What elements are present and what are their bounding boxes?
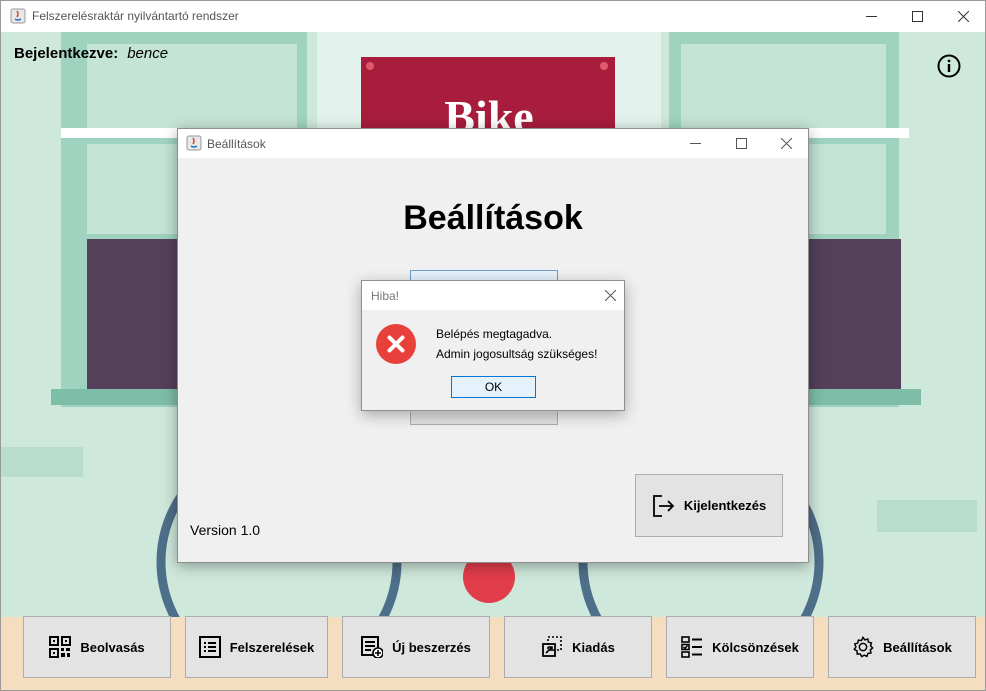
minimize-icon (865, 16, 877, 17)
minimize-icon (689, 143, 701, 144)
settings-button-label: Beállítások (883, 639, 952, 655)
settings-heading: Beállítások (403, 199, 583, 237)
error-close-button[interactable] (596, 281, 624, 310)
close-icon (780, 138, 792, 149)
loans-button[interactable]: Kölcsönzések (666, 616, 814, 678)
settings-button[interactable]: Beállítások (828, 616, 976, 678)
settings-titlebar: Beállítások (178, 129, 808, 158)
error-window-title: Hiba! (371, 289, 400, 303)
error-icon (376, 324, 416, 364)
equipment-button[interactable]: Felszerelések (185, 616, 328, 678)
scan-button[interactable]: Beolvasás (23, 616, 171, 678)
list-icon (198, 636, 221, 658)
add-list-icon (361, 636, 384, 658)
settings-window-title: Beállítások (207, 137, 266, 151)
loans-button-label: Kölcsönzések (712, 639, 799, 655)
new-purchase-button[interactable]: Új beszerzés (342, 616, 490, 678)
main-titlebar: Felszerelésraktár nyilvántartó rendszer (1, 1, 985, 32)
settings-maximize-button[interactable] (718, 129, 764, 158)
error-message-line2: Admin jogosultság szükséges! (436, 347, 598, 361)
obscured-button-bottom[interactable] (410, 412, 558, 425)
info-icon[interactable] (937, 54, 961, 78)
handout-button[interactable]: Kiadás (504, 616, 652, 678)
logged-in-user: Bejelentkezve: bence (14, 45, 168, 62)
version-label: Version 1.0 (190, 522, 261, 538)
logout-icon (652, 494, 675, 517)
close-icon (604, 290, 616, 301)
logout-button[interactable]: Kijelentkezés (635, 474, 783, 537)
settings-close-button[interactable] (763, 129, 809, 158)
error-message-line1: Belépés megtagadva. (436, 327, 553, 341)
gear-icon (853, 636, 874, 658)
java-app-icon (10, 8, 26, 24)
close-icon (957, 11, 969, 22)
handout-icon (542, 636, 562, 657)
logout-button-label: Kijelentkezés (683, 498, 767, 513)
minimize-button[interactable] (848, 1, 894, 32)
qr-code-icon (49, 636, 72, 658)
window-title: Felszerelésraktár nyilvántartó rendszer (32, 9, 239, 23)
error-titlebar: Hiba! (362, 281, 624, 310)
settings-minimize-button[interactable] (672, 129, 718, 158)
checklist-icon (681, 636, 703, 658)
equipment-button-label: Felszerelések (229, 639, 315, 655)
close-button[interactable] (940, 1, 985, 32)
maximize-icon (735, 138, 747, 149)
username: bence (127, 45, 169, 62)
maximize-button[interactable] (894, 1, 940, 32)
new-purchase-button-label: Új beszerzés (392, 639, 471, 655)
ok-button[interactable]: OK (451, 376, 536, 398)
logged-in-label: Bejelentkezve: (14, 45, 119, 62)
error-dialog: Hiba! Belépés megtagadva. Admin jogosult… (361, 280, 625, 411)
maximize-icon (911, 11, 923, 22)
java-app-icon (186, 135, 202, 151)
scan-button-label: Beolvasás (80, 639, 145, 655)
handout-button-label: Kiadás (572, 639, 615, 655)
